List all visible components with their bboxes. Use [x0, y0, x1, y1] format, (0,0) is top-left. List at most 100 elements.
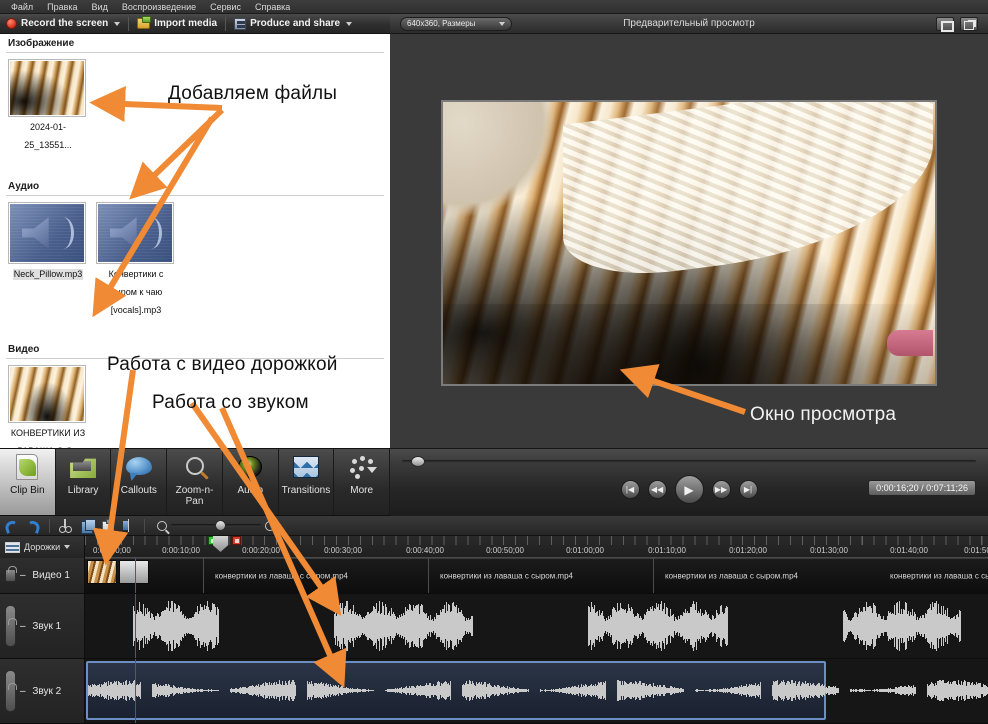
- track-body-video-1[interactable]: конвертики из лаваша с сыром.mp4 конверт…: [85, 558, 988, 594]
- tab-callouts[interactable]: Callouts: [111, 449, 168, 515]
- scrubber-handle[interactable]: [411, 456, 425, 467]
- tab-label-library: Library: [67, 485, 99, 496]
- video-clip-label-3: конвертики из лаваша с сыром.mp4: [665, 571, 798, 580]
- tab-label-clip-bin: Clip Bin: [10, 485, 45, 496]
- toolbar-divider-2: [144, 518, 145, 533]
- menu-item-file[interactable]: Файл: [4, 0, 40, 14]
- thumbnail-audio-2[interactable]: [96, 202, 174, 264]
- tab-label-zoom-n-pan: Zoom-n-Pan: [175, 485, 214, 507]
- track-label-video-1[interactable]: – Видео 1: [0, 558, 85, 594]
- menu-item-playback[interactable]: Воспроизведение: [115, 0, 203, 14]
- tab-audio[interactable]: Audio: [223, 449, 279, 515]
- video-clip-thumb-1: [87, 560, 117, 584]
- timeline-ruler[interactable]: 0:00:00;00 0:00:10;00 0:00:20;00 0:00:30…: [85, 536, 988, 558]
- magnifier-icon: [180, 454, 210, 482]
- fullscreen-icon[interactable]: [936, 16, 954, 32]
- divider: [6, 52, 384, 53]
- redo-icon[interactable]: [24, 518, 42, 534]
- lock-icon-2[interactable]: [5, 605, 17, 647]
- tab-more[interactable]: More: [334, 449, 391, 515]
- main-toolbar: Record the screen Import media Produce a…: [0, 14, 390, 34]
- audio-waveform-1: [85, 594, 988, 658]
- bin-item-caption-video: КОНВЕРТИКИ ИЗ ЛАВАША С С...: [10, 428, 86, 448]
- video-preview-frame[interactable]: [441, 100, 937, 386]
- transport-bar: |◀ ◀◀ ▶ ▶▶ ▶| 0:00:16;20 / 0:07:11;26: [390, 448, 988, 516]
- tracks-dropdown[interactable]: Дорожки: [0, 536, 85, 558]
- annotation-add-files: Добавляем файлы: [168, 83, 338, 104]
- divider-2: [6, 195, 384, 196]
- annotation-video-track: Работа с видео дорожкой: [107, 354, 338, 375]
- zoom-slider[interactable]: [171, 520, 261, 531]
- track-body-audio-1[interactable]: [85, 594, 988, 659]
- tab-label-more: More: [350, 485, 374, 496]
- produce-and-share-button[interactable]: Produce and share: [228, 14, 358, 34]
- copy-icon[interactable]: [79, 518, 96, 534]
- tracks-icon: [5, 541, 20, 553]
- tab-label-callouts: Callouts: [120, 485, 157, 496]
- menu-item-edit[interactable]: Правка: [40, 0, 84, 14]
- zoom-slider-thumb[interactable]: [215, 520, 226, 531]
- tab-transitions[interactable]: Transitions: [279, 449, 335, 515]
- playback-scrubber[interactable]: [402, 460, 976, 463]
- tab-zoom-n-pan[interactable]: Zoom-n-Pan: [167, 449, 223, 515]
- ruler-label-6: 0:01:00;00: [566, 546, 604, 555]
- import-media-button[interactable]: Import media: [131, 14, 223, 34]
- previous-button[interactable]: |◀: [620, 480, 640, 499]
- thumbnail-image[interactable]: [8, 59, 86, 117]
- video-clip-label-4: конвертики из лаваша с сыром.mp4: [890, 571, 988, 580]
- bin-item-audio-1[interactable]: Neck_Pillow.mp3: [8, 202, 88, 318]
- ruler-label-11: 0:01:50;00: [964, 546, 988, 555]
- annotation-audio-work: Работа со звуком: [152, 392, 309, 413]
- tab-clip-bin[interactable]: Clip Bin: [0, 449, 56, 515]
- fast-forward-button[interactable]: ▶▶: [711, 480, 731, 499]
- tab-library[interactable]: Library: [56, 449, 112, 515]
- menu-item-tools[interactable]: Сервис: [203, 0, 248, 14]
- detach-window-icon[interactable]: [960, 16, 978, 31]
- lock-icon-3[interactable]: [5, 670, 17, 712]
- annotation-preview: Окно просмотра: [750, 404, 897, 425]
- thumbnail-audio-1[interactable]: [8, 202, 86, 264]
- tracks-label: Дорожки: [24, 542, 61, 552]
- track-label-audio-1[interactable]: – Звук 1: [0, 594, 85, 659]
- playhead-handle-icon[interactable]: [213, 536, 228, 552]
- chevron-down-icon[interactable]: [114, 21, 121, 26]
- paste-icon[interactable]: [100, 518, 115, 534]
- rewind-button[interactable]: ◀◀: [647, 480, 667, 499]
- marker-out-icon[interactable]: [232, 536, 241, 545]
- track-name-audio-2: Звук 2: [32, 685, 62, 697]
- bin-item-video[interactable]: КОНВЕРТИКИ ИЗ ЛАВАША С С...: [8, 365, 88, 448]
- chevron-down-icon-4: [64, 545, 71, 549]
- track-name-video-1-text: Видео 1: [32, 570, 70, 581]
- play-button[interactable]: ▶: [674, 475, 704, 504]
- track-label-audio-2[interactable]: – Звук 2: [0, 659, 85, 724]
- record-label: Record the screen: [21, 18, 109, 29]
- cut-icon[interactable]: [58, 518, 73, 533]
- next-button[interactable]: ▶|: [738, 480, 758, 499]
- library-icon: [68, 454, 98, 482]
- track-body-audio-2[interactable]: [85, 659, 988, 724]
- bin-items-image: 2024-01-25_13551...: [0, 59, 390, 153]
- ruler-label-4: 0:00:40;00: [406, 546, 444, 555]
- track-name-audio-2-dash: –: [20, 685, 29, 697]
- zoom-in-icon[interactable]: [265, 520, 275, 531]
- bin-item-image[interactable]: 2024-01-25_13551...: [8, 59, 88, 153]
- lock-icon[interactable]: [5, 566, 17, 582]
- track-name-audio-1-dash: –: [20, 620, 29, 632]
- record-the-screen-button[interactable]: Record the screen: [0, 14, 126, 34]
- audio-clip-selected[interactable]: [86, 661, 988, 720]
- zoom-out-icon[interactable]: [157, 520, 167, 531]
- menu-item-view[interactable]: Вид: [85, 0, 115, 14]
- undo-icon[interactable]: [3, 518, 21, 534]
- ruler-label-2: 0:00:20;00: [242, 546, 280, 555]
- bin-item-audio-2[interactable]: Конвертики с сыром к чаю [vocals].mp3: [96, 202, 176, 318]
- video-clip-label-1: конвертики из лаваша с сыром.mp4: [215, 571, 348, 580]
- playhead-line-audio-1: [135, 594, 136, 658]
- transitions-icon: [291, 454, 321, 482]
- folder-icon: [137, 16, 152, 29]
- produce-label: Produce and share: [250, 18, 341, 29]
- split-icon[interactable]: [121, 518, 136, 533]
- zoom-control[interactable]: [157, 520, 275, 531]
- thumbnail-video[interactable]: [8, 365, 86, 423]
- menu-item-help[interactable]: Справка: [248, 0, 297, 14]
- chevron-down-icon-2[interactable]: [346, 21, 353, 26]
